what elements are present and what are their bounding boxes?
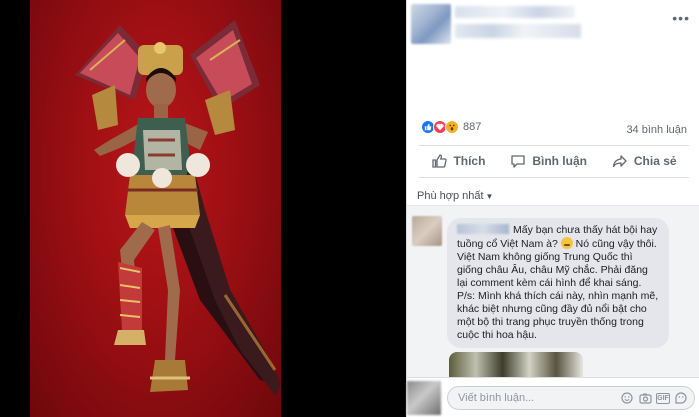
comment-icon [511,155,525,168]
blurred-commenter-name[interactable] [457,224,509,234]
comment-count[interactable]: 34 bình luận [626,124,687,136]
comments-list: Mấy bạn chưa thấy hát bội hay tuồng cổ V… [407,205,699,378]
confused-emoji-icon [560,237,573,249]
wow-reaction-icon [445,120,459,134]
emoji-icon[interactable] [620,391,634,405]
reaction-summary[interactable]: 887 [421,120,481,134]
photo-viewer [0,0,406,417]
comment-composer: Viết bình luận... GIF [407,377,699,417]
caret-down-icon: ▼ [485,192,494,201]
like-button[interactable]: Thích [431,153,485,169]
comment-button[interactable]: Bình luận [510,153,587,169]
divider [419,177,689,178]
current-user-avatar [407,381,441,415]
like-label: Thích [453,154,486,168]
comment-label: Bình luận [532,154,587,168]
commenter-avatar[interactable] [412,216,442,246]
comment-input-placeholder: Viết bình luận... [458,392,535,404]
post-actions: Thích Bình luận Chia sẻ [419,146,689,176]
gif-icon[interactable]: GIF [656,393,670,404]
sort-label: Phù hợp nhất [417,190,484,202]
sticker-icon[interactable] [674,391,688,405]
comment-bubble: Mấy bạn chưa thấy hát bội hay tuồng cổ V… [447,218,669,348]
blurred-page-name [455,6,575,18]
thumbs-up-icon [432,154,448,168]
comment-input[interactable]: Viết bình luận... GIF [447,386,695,410]
share-icon [612,155,627,168]
reaction-count: 887 [463,121,482,133]
more-options-icon[interactable]: ••• [672,10,690,26]
page-avatar[interactable] [411,4,451,44]
comment-attached-photo[interactable] [449,352,583,378]
post-side-panel: ••• 887 34 bình luận Thích Bình luận Chi… [406,0,699,417]
share-button[interactable]: Chia sẻ [612,153,677,169]
share-label: Chia sẻ [633,154,677,168]
comment-text-3: P/s: Mình khá thích cái này, nhìn mạnh m… [457,290,659,341]
blurred-post-meta [455,24,581,38]
composer-tools: GIF [620,391,688,405]
camera-icon[interactable] [638,391,652,405]
costume-photo[interactable] [30,0,281,417]
post-header: ••• [407,0,699,52]
model-illustration [75,20,281,395]
comment-sort-dropdown[interactable]: Phù hợp nhất ▼ [417,190,493,202]
